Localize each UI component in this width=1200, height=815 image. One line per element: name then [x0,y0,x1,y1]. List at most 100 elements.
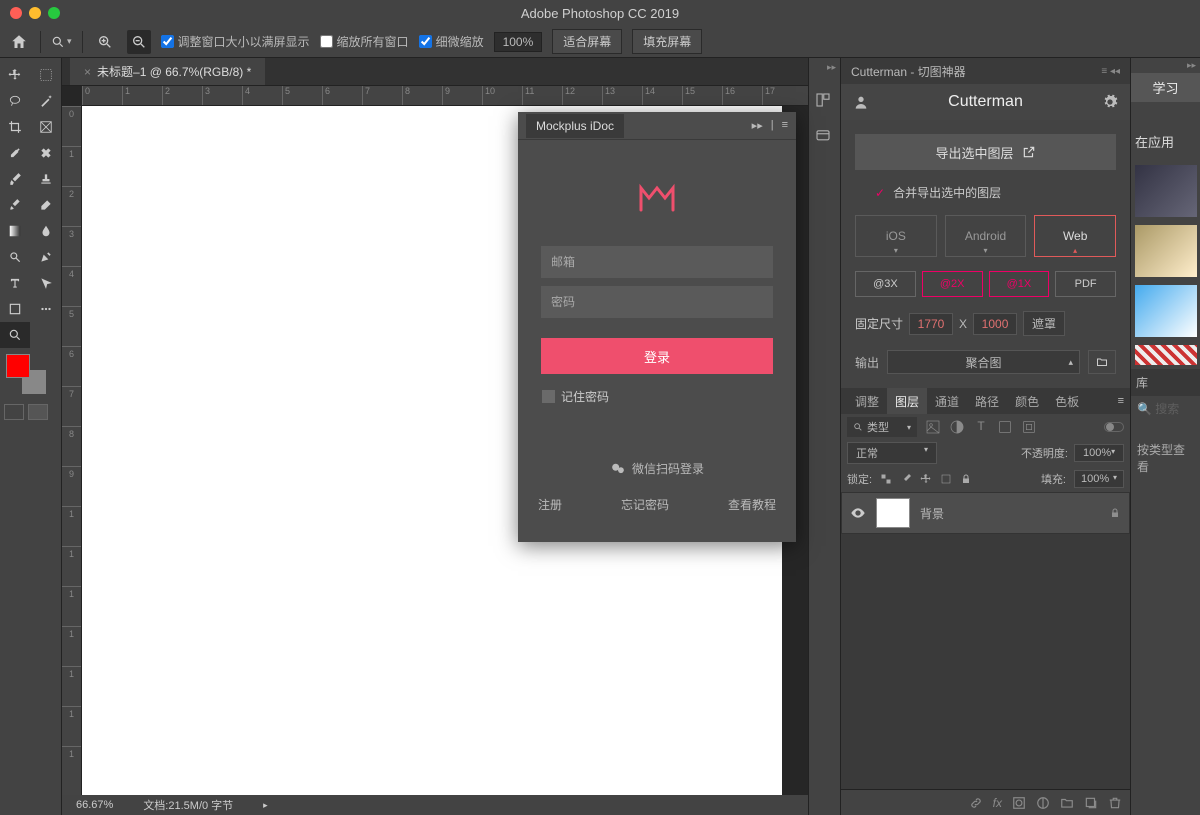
quick-mask-toggle[interactable] [0,400,61,424]
pen-tool[interactable] [31,244,61,270]
tab-channels[interactable]: 通道 [927,388,967,415]
scale-3x[interactable]: @3X [855,271,916,297]
foreground-color[interactable] [6,354,30,378]
learn-thumb-4[interactable] [1135,345,1197,365]
status-zoom[interactable]: 66.67% [76,799,113,811]
type-tool[interactable] [0,270,30,296]
lock-all-icon[interactable] [960,473,972,485]
opacity-value[interactable]: 100%▾ [1074,444,1124,462]
crop-tool[interactable] [0,114,30,140]
password-input[interactable] [541,286,773,318]
register-link[interactable]: 注册 [538,496,562,513]
filter-smart-icon[interactable] [1021,419,1037,435]
tutorial-link[interactable]: 查看教程 [728,496,776,513]
library-search[interactable]: 🔍 搜索 [1131,396,1200,421]
zoom-tool[interactable] [0,322,30,348]
height-input[interactable] [973,313,1017,335]
document-tab[interactable]: × 未标题–1 @ 66.7%(RGB/8) * [70,58,265,85]
link-icon[interactable] [969,796,983,810]
layer-thumbnail[interactable] [876,498,910,528]
lock-artboard-icon[interactable] [940,473,952,485]
dodge-tool[interactable] [0,244,30,270]
visibility-icon[interactable] [850,505,866,521]
tab-adjust[interactable]: 调整 [847,388,887,415]
learn-thumb-3[interactable] [1135,285,1197,337]
new-layer-icon[interactable] [1084,796,1098,810]
remember-password-checkbox[interactable]: 记住密码 [542,388,609,405]
platform-ios[interactable]: iOS▾ [855,215,937,257]
scale-pdf[interactable]: PDF [1055,271,1116,297]
collapse-icon[interactable]: ≡ ◂◂ [1101,66,1120,77]
home-button[interactable] [8,31,30,53]
panel-menu-icon[interactable]: ≡ [1118,395,1124,407]
tool-preset[interactable]: ▾ [51,35,72,49]
layer-row-background[interactable]: 背景 [841,492,1130,534]
vertical-ruler[interactable]: 01234567891111111 [62,106,82,795]
zoom-all-checkbox[interactable]: 缩放所有窗口 [320,33,409,50]
mockplus-tab[interactable]: Mockplus iDoc [526,114,624,138]
learn-thumb-1[interactable] [1135,165,1197,217]
eraser-tool[interactable] [31,192,61,218]
more-tool[interactable] [31,296,61,322]
maximize-window-button[interactable] [48,7,60,19]
healing-tool[interactable] [31,140,61,166]
fill-value[interactable]: 100%▾ [1074,470,1124,488]
lasso-tool[interactable] [0,88,30,114]
tab-color[interactable]: 颜色 [1007,388,1047,415]
marquee-tool[interactable] [31,62,61,88]
filter-adjust-icon[interactable] [949,419,965,435]
folder-icon[interactable] [1060,796,1074,810]
user-icon[interactable] [853,94,869,110]
learn-tab[interactable]: 学习 [1131,73,1200,102]
layer-filter-type[interactable]: 类型▾ [847,417,917,437]
wechat-login[interactable]: 微信扫码登录 [610,460,704,477]
gear-icon[interactable] [1102,94,1118,110]
forgot-link[interactable]: 忘记密码 [621,496,669,513]
mask-option[interactable]: 遮罩 [1023,311,1065,336]
adjustment-icon[interactable] [1036,796,1050,810]
tab-swatches[interactable]: 色板 [1047,388,1087,415]
login-button[interactable]: 登录 [541,338,773,374]
trash-icon[interactable] [1108,796,1122,810]
export-layer-button[interactable]: 导出选中图层 [855,134,1116,170]
panel-icon-1[interactable] [814,91,836,113]
close-window-button[interactable] [10,7,22,19]
frame-tool[interactable] [31,114,61,140]
edit-toolbar[interactable] [31,322,61,348]
panel-menu-icon[interactable]: ≡ [782,119,788,132]
lock-transparent-icon[interactable] [880,473,892,485]
lock-paint-icon[interactable] [900,473,912,485]
email-input[interactable] [541,246,773,278]
tab-layers[interactable]: 图层 [887,388,927,415]
panel-icon-2[interactable] [814,127,836,149]
fit-screen-button[interactable]: 适合屏幕 [552,29,622,54]
move-tool[interactable] [0,62,30,88]
tab-paths[interactable]: 路径 [967,388,1007,415]
minimize-window-button[interactable] [29,7,41,19]
history-brush-tool[interactable] [0,192,30,218]
library-view-mode[interactable]: 按类型查看 [1131,421,1200,495]
filter-image-icon[interactable] [925,419,941,435]
resize-window-checkbox[interactable]: 调整窗口大小以满屏显示 [161,33,310,50]
path-tool[interactable] [31,270,61,296]
magic-wand-tool[interactable] [31,88,61,114]
merge-export-checkbox[interactable]: ✓合并导出选中的图层 [855,184,1116,201]
fine-zoom-checkbox[interactable]: 细微缩放 [419,33,484,50]
lock-position-icon[interactable] [920,473,932,485]
status-docinfo[interactable]: 文档:21.5M/0 字节 [143,797,233,813]
layer-name[interactable]: 背景 [920,505,944,522]
library-tab[interactable]: 库 [1131,369,1200,396]
gradient-tool[interactable] [0,218,30,244]
eyedropper-tool[interactable] [0,140,30,166]
blur-tool[interactable] [31,218,61,244]
stamp-tool[interactable] [31,166,61,192]
filter-toggle[interactable] [1104,422,1124,432]
output-mode-select[interactable]: 聚合图▴ [887,350,1080,374]
zoom-value[interactable]: 100% [494,32,543,52]
platform-android[interactable]: Android▾ [945,215,1027,257]
scale-1x[interactable]: @1X [989,271,1050,297]
brush-tool[interactable] [0,166,30,192]
scale-2x[interactable]: @2X [922,271,983,297]
filter-type-icon[interactable]: T [973,419,989,435]
rectangle-tool[interactable] [0,296,30,322]
